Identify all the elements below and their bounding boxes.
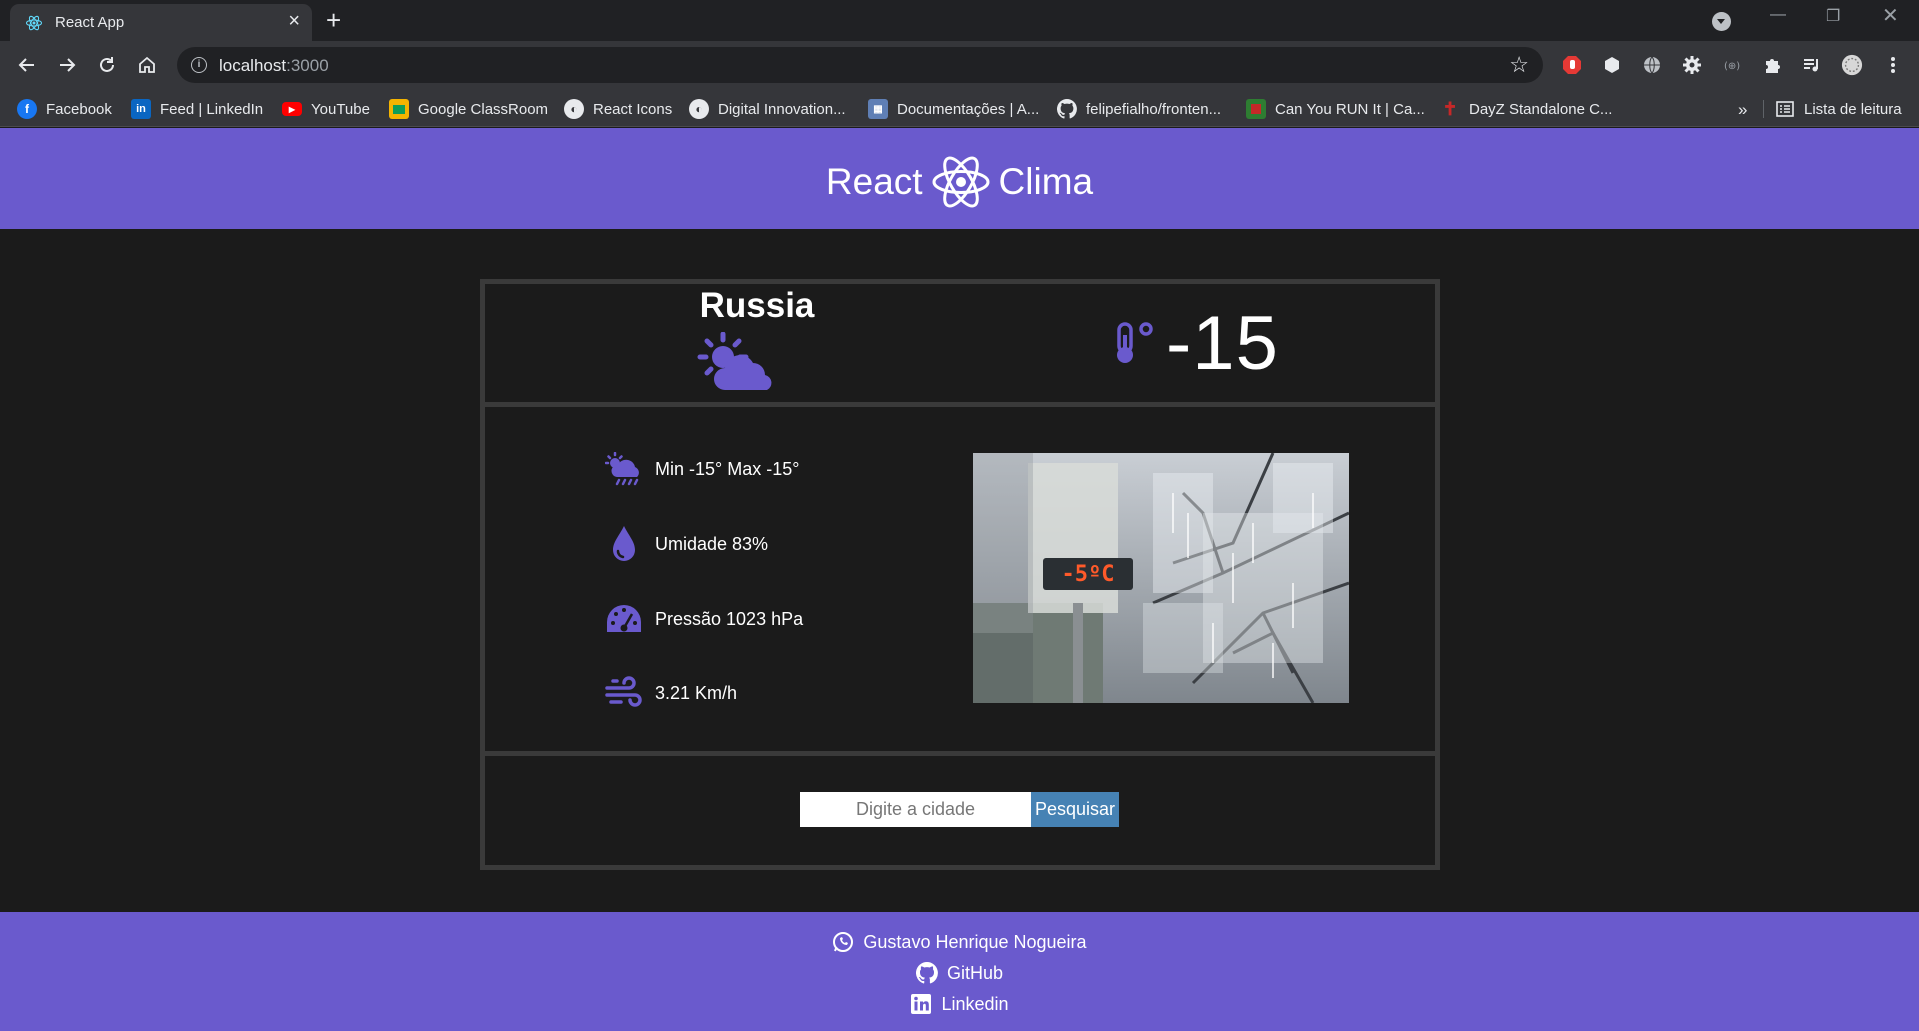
bookmark-star-icon[interactable]: ☆ bbox=[1509, 52, 1529, 78]
min-max-stat: Min -15° Max -15° bbox=[605, 449, 799, 489]
bookmark-linkedin[interactable]: in Feed | LinkedIn bbox=[131, 98, 263, 120]
globe-icon: ◐ bbox=[564, 99, 584, 119]
extensions-puzzle-icon[interactable] bbox=[1761, 54, 1783, 76]
react-atom-icon bbox=[932, 156, 990, 208]
search-button[interactable]: Pesquisar bbox=[1031, 792, 1119, 827]
humidity-text: Umidade 83% bbox=[655, 533, 769, 554]
gauge-icon bbox=[607, 605, 641, 632]
classroom-icon bbox=[389, 99, 409, 119]
youtube-icon: ▶ bbox=[282, 102, 302, 116]
footer-author-name[interactable]: Gustavo Henrique Nogueira bbox=[863, 932, 1086, 953]
footer-linkedin[interactable]: Linkedin bbox=[0, 993, 1919, 1015]
reading-list-icon bbox=[1776, 101, 1794, 117]
footer-github-label: GitHub bbox=[946, 962, 1004, 983]
browser-tab[interactable]: React App × bbox=[10, 4, 312, 41]
current-weather-section: Russia -15 bbox=[485, 284, 1435, 407]
bookmark-felipefialho[interactable]: felipefialho/fronten... bbox=[1057, 98, 1221, 120]
rain-cloud-icon bbox=[605, 452, 639, 486]
weather-photo: -5ºC bbox=[973, 453, 1349, 703]
wind-icon bbox=[605, 676, 642, 707]
extension-adblock-icon[interactable] bbox=[1561, 54, 1583, 76]
footer-github[interactable]: GitHub bbox=[0, 962, 1919, 984]
bookmarks-bar: f Facebook in Feed | LinkedIn ▶ YouTube … bbox=[0, 90, 1919, 127]
search-section: Pesquisar bbox=[485, 756, 1435, 865]
reading-list-button[interactable]: Lista de leitura bbox=[1775, 98, 1902, 120]
weather-details-section: Min -15° Max -15° Umidade 83% Pressão 10… bbox=[485, 407, 1435, 756]
browser-toolbar: i localhost:3000 ☆ (⊕) bbox=[0, 41, 1919, 90]
weather-card: Russia -15 Min -15° Max -15° Umidade 83%… bbox=[480, 279, 1440, 870]
extension-cube-icon[interactable] bbox=[1601, 54, 1623, 76]
pressure-stat: Pressão 1023 hPa bbox=[605, 599, 803, 639]
temperature-value: -15 bbox=[1166, 301, 1279, 386]
linkedin-icon bbox=[911, 994, 932, 1014]
facebook-icon: f bbox=[17, 99, 37, 119]
wind-text: 3.21 Km/h bbox=[655, 682, 738, 703]
forward-icon[interactable] bbox=[53, 51, 81, 79]
city-name: Russia bbox=[699, 286, 815, 325]
back-icon[interactable] bbox=[13, 51, 41, 79]
logo-text-right: Clima bbox=[998, 161, 1094, 202]
url-text[interactable]: localhost:3000 bbox=[219, 56, 329, 76]
wind-stat: 3.21 Km/h bbox=[605, 673, 737, 713]
bookmark-youtube[interactable]: ▶ YouTube bbox=[282, 98, 370, 120]
bookmark-react-icons[interactable]: ◐ React Icons bbox=[564, 98, 672, 120]
close-window-icon[interactable]: ✕ bbox=[1882, 3, 1899, 28]
thermometer-icon bbox=[1117, 322, 1153, 363]
minimize-icon[interactable]: — bbox=[1770, 6, 1786, 24]
restore-icon[interactable]: ❐ bbox=[1826, 6, 1840, 26]
bookmark-can-you-run-it[interactable]: Can You RUN It | Ca... bbox=[1246, 98, 1425, 120]
bookmark-documentacoes[interactable]: ▦ Documentações | A... bbox=[868, 98, 1039, 120]
city-search-input[interactable] bbox=[800, 792, 1031, 827]
extension-globe-icon[interactable] bbox=[1641, 54, 1663, 76]
humidity-stat: Umidade 83% bbox=[605, 524, 768, 564]
app-footer: Gustavo Henrique Nogueira GitHub Linkedi… bbox=[0, 912, 1919, 1031]
footer-author: Gustavo Henrique Nogueira bbox=[0, 931, 1919, 953]
app-logo: React Clima bbox=[0, 152, 1919, 212]
new-tab-icon[interactable]: + bbox=[326, 6, 341, 34]
browser-tab-bar: React App × + — ❐ ✕ bbox=[0, 0, 1919, 41]
tab-title: React App bbox=[55, 14, 125, 31]
globe-icon: ◐ bbox=[689, 99, 709, 119]
media-control-icon[interactable] bbox=[1801, 54, 1823, 76]
canyourunit-icon bbox=[1246, 99, 1266, 119]
water-drop-icon bbox=[613, 526, 635, 561]
svg-text:(⊕): (⊕) bbox=[1724, 61, 1740, 72]
bookmark-facebook[interactable]: f Facebook bbox=[17, 98, 112, 120]
footer-linkedin-label: Linkedin bbox=[941, 993, 1009, 1014]
app-header: React Clima bbox=[0, 128, 1919, 229]
bookmark-dayz[interactable]: ✝ DayZ Standalone C... bbox=[1440, 98, 1612, 120]
min-max-text: Min -15° Max -15° bbox=[655, 458, 800, 479]
bookmarks-divider bbox=[1763, 100, 1764, 118]
docs-icon: ▦ bbox=[868, 99, 888, 119]
partly-cloudy-icon bbox=[697, 332, 772, 390]
reload-icon[interactable] bbox=[93, 51, 121, 79]
tab-close-icon[interactable]: × bbox=[288, 10, 300, 32]
site-info-icon[interactable]: i bbox=[191, 57, 207, 73]
logo-text-left: React bbox=[825, 161, 923, 202]
frozen-thermometer-image: -5ºC bbox=[973, 453, 1349, 703]
profile-avatar-icon[interactable] bbox=[1841, 54, 1863, 76]
linkedin-icon: in bbox=[131, 99, 151, 119]
github-icon bbox=[1057, 99, 1077, 119]
home-icon[interactable] bbox=[133, 51, 161, 79]
browser-menu-icon[interactable] bbox=[1882, 54, 1904, 76]
pressure-text: Pressão 1023 hPa bbox=[655, 608, 804, 629]
react-favicon-icon bbox=[25, 15, 43, 31]
extension-gear-icon[interactable] bbox=[1681, 54, 1703, 76]
github-icon bbox=[916, 962, 938, 984]
address-bar[interactable]: i localhost:3000 ☆ bbox=[177, 47, 1543, 83]
dayz-icon: ✝ bbox=[1442, 98, 1458, 119]
whatsapp-icon bbox=[833, 932, 854, 952]
bookmark-classroom[interactable]: Google ClassRoom bbox=[389, 98, 548, 120]
bookmark-digital-innovation[interactable]: ◐ Digital Innovation... bbox=[689, 98, 846, 120]
extension-cast-icon[interactable]: (⊕) bbox=[1721, 54, 1743, 76]
tab-search-icon[interactable] bbox=[1712, 12, 1731, 31]
more-bookmarks-icon[interactable]: » bbox=[1738, 100, 1747, 120]
photo-thermometer-text: -5ºC bbox=[1062, 562, 1115, 587]
